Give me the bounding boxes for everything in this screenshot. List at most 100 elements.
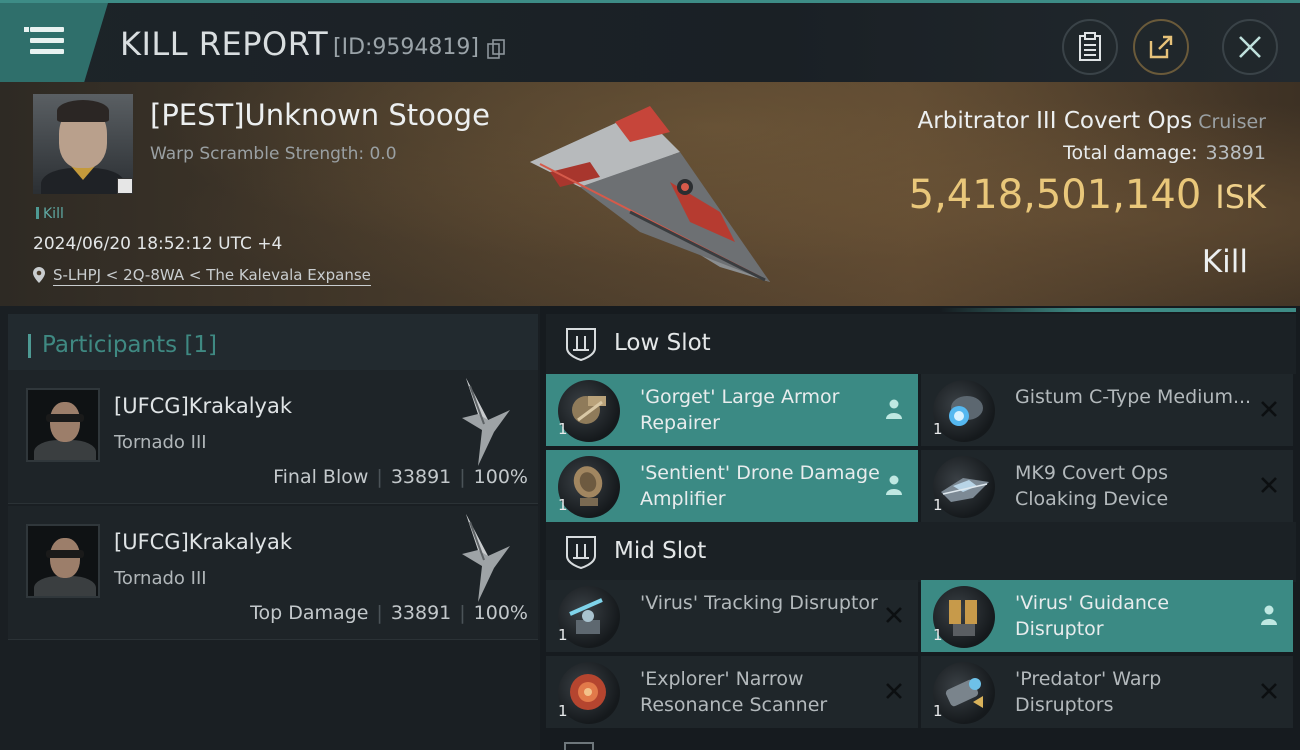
destroyed-x-icon	[886, 607, 902, 623]
info-badge-icon[interactable]	[117, 178, 133, 194]
fitting-panel: Low Slot 1 'Gorget' Large Armor Repairer…	[540, 306, 1300, 750]
module-quantity: 1	[933, 626, 943, 644]
location-link[interactable]: S-LHPJ < 2Q-8WA < The Kalevala Expanse	[53, 266, 371, 286]
module-item[interactable]: 1 Gistum C-Type Medium...	[921, 374, 1293, 446]
avatar-glasses	[46, 550, 84, 558]
notes-button[interactable]	[1062, 19, 1118, 75]
participant-ship: Tornado III	[114, 432, 207, 453]
total-damage: Total damage: 33891	[1063, 142, 1266, 164]
menu-icon-bar	[30, 27, 64, 32]
participant-role: Top Damage	[250, 602, 369, 624]
menu-icon	[24, 27, 29, 32]
mid-slot-label: Mid Slot	[614, 538, 707, 564]
module-name: 'Explorer' Narrow Resonance Scanner	[640, 668, 828, 716]
participant-avatar[interactable]	[26, 388, 100, 462]
module-item[interactable]: 1 'Explorer' Narrow Resonance Scanner	[546, 656, 918, 728]
kill-id: [ID:9594819]	[333, 35, 479, 60]
isk-unit: ISK	[1215, 178, 1266, 216]
fitting-top-accent	[940, 308, 1296, 312]
dropped-person-icon	[886, 475, 902, 495]
module-item[interactable]: 1 'Virus' Tracking Disruptor	[546, 580, 918, 652]
module-item[interactable]: 1 MK9 Covert Ops Cloaking Device	[921, 450, 1293, 522]
stat-separator: |	[459, 466, 466, 488]
participants-label: Participants [1]	[42, 332, 217, 358]
mid-slot-header: Mid Slot	[546, 522, 1296, 582]
participant-name[interactable]: [UFCG]Krakalyak	[114, 394, 292, 418]
destroyed-x-icon	[886, 683, 902, 699]
ship-name-text: Arbitrator III Covert Ops	[917, 108, 1193, 134]
participant-ship: Tornado III	[114, 568, 207, 589]
module-name: MK9 Covert Ops Cloaking Device	[1015, 462, 1169, 510]
module-quantity: 1	[933, 420, 943, 438]
menu-icon-bar	[30, 38, 64, 43]
next-slot-header-stub	[564, 742, 594, 750]
mid-slot-icon	[566, 536, 596, 570]
stat-separator: |	[459, 602, 466, 624]
avatar-face	[50, 402, 80, 442]
participant-row[interactable]: [UFCG]Krakalyak Tornado III Top Damage | 3…	[8, 506, 538, 640]
participant-percent: 100%	[473, 602, 528, 624]
participant-ship-image	[462, 514, 510, 602]
kill-tag: Kill	[36, 206, 64, 222]
module-quantity: 1	[558, 420, 568, 438]
module-item[interactable]: 1 'Predator' Warp Disruptors	[921, 656, 1293, 728]
kill-tag-bar	[36, 207, 39, 219]
participants-accent	[28, 334, 31, 358]
participants-panel: Participants [1] [UFCG]Krakalyak Tornado…	[0, 306, 540, 750]
victim-banner: [PEST]Unknown Stooge Warp Scramble Stren…	[0, 82, 1300, 306]
avatar-glasses	[46, 414, 84, 422]
stat-separator: |	[376, 466, 383, 488]
close-icon	[1239, 36, 1261, 58]
copy-icon[interactable]	[487, 39, 505, 59]
isk-value: 5,418,501,140 ISK	[909, 172, 1266, 218]
participant-ship-image	[462, 378, 510, 466]
close-button[interactable]	[1222, 19, 1278, 75]
low-slot-header: Low Slot	[546, 314, 1296, 374]
participant-row[interactable]: [UFCG]Krakalyak Tornado III Final Blow | 3…	[8, 370, 538, 504]
module-name: 'Sentient' Drone Damage Amplifier	[640, 462, 880, 510]
destroyed-x-icon	[1261, 401, 1277, 417]
participants-header[interactable]: Participants [1]	[8, 314, 538, 372]
victim-ship-name[interactable]: Arbitrator III Covert Ops Cruiser	[918, 108, 1266, 134]
participant-damage: 33891	[390, 466, 452, 488]
menu-icon-bar	[30, 49, 64, 54]
module-quantity: 1	[558, 496, 568, 514]
kill-location[interactable]: S-LHPJ < 2Q-8WA < The Kalevala Expanse	[33, 266, 371, 286]
low-slot-icon	[566, 328, 596, 362]
warp-scramble-strength: Warp Scramble Strength: 0.0	[150, 144, 397, 164]
kill-tag-label: Kill	[43, 206, 64, 222]
module-quantity: 1	[558, 702, 568, 720]
participant-stats: Top Damage | 33891 | 100%	[250, 602, 528, 624]
destroyed-x-icon	[1261, 477, 1277, 493]
module-name: 'Virus' Tracking Disruptor	[640, 592, 878, 614]
participant-stats: Final Blow | 33891 | 100%	[273, 466, 528, 488]
share-button[interactable]	[1133, 19, 1189, 75]
kill-datetime: 2024/06/20 18:52:12 UTC +4	[33, 234, 283, 254]
header-bar: KILL REPORT [ID:9594819]	[0, 0, 1300, 82]
menu-button[interactable]	[0, 3, 108, 82]
participant-role: Final Blow	[273, 466, 369, 488]
module-quantity: 1	[933, 702, 943, 720]
module-quantity: 1	[933, 496, 943, 514]
module-item[interactable]: 1 'Virus' Guidance Disruptor	[921, 580, 1293, 652]
participant-name[interactable]: [UFCG]Krakalyak	[114, 530, 292, 554]
dropped-person-icon	[886, 399, 902, 419]
module-name: Gistum C-Type Medium...	[1015, 386, 1252, 408]
module-name: 'Gorget' Large Armor Repairer	[640, 386, 840, 434]
module-item[interactable]: 1 'Sentient' Drone Damage Amplifier	[546, 450, 918, 522]
avatar-body	[34, 440, 96, 460]
participant-damage: 33891	[390, 602, 452, 624]
participant-avatar[interactable]	[26, 524, 100, 598]
page-title: KILL REPORT	[120, 25, 329, 63]
kill-result: Kill	[1201, 244, 1248, 280]
module-name: 'Virus' Guidance Disruptor	[1015, 592, 1170, 640]
participant-percent: 100%	[473, 466, 528, 488]
victim-ship-image	[530, 106, 770, 282]
avatar-face	[50, 538, 80, 578]
victim-name[interactable]: [PEST]Unknown Stooge	[150, 98, 490, 132]
destroyed-x-icon	[1261, 683, 1277, 699]
module-item[interactable]: 1 'Gorget' Large Armor Repairer	[546, 374, 918, 446]
isk-amount: 5,418,501,140	[908, 172, 1202, 218]
share-icon	[1149, 35, 1173, 59]
low-slot-label: Low Slot	[614, 330, 711, 356]
